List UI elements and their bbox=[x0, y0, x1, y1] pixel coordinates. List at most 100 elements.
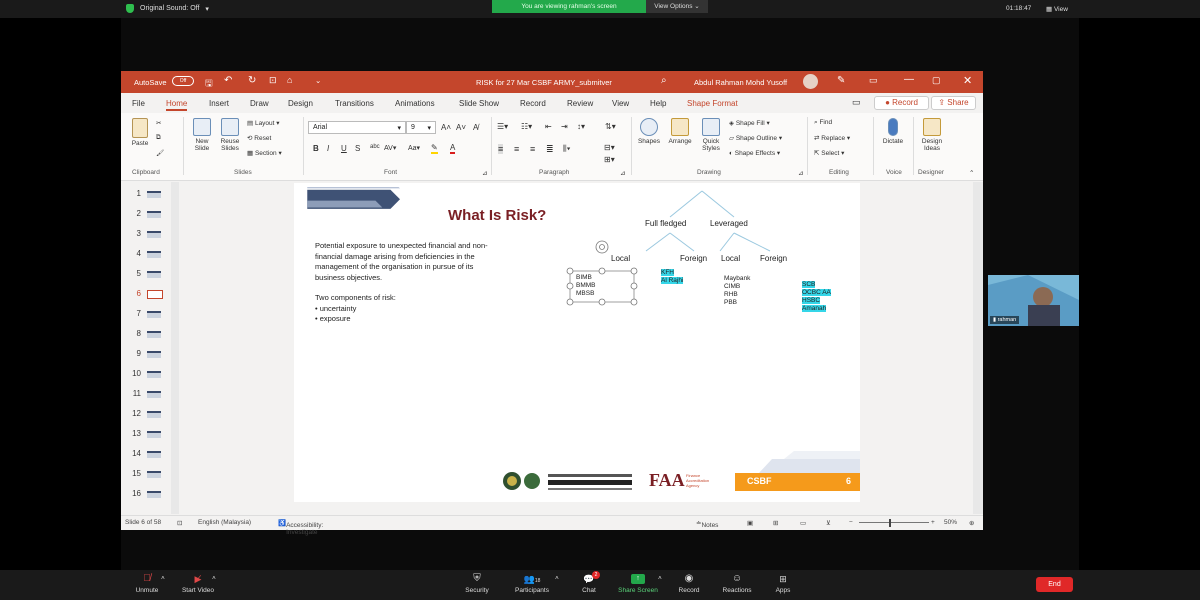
smartart-icon[interactable]: ⊞▾ bbox=[604, 155, 615, 164]
zoom-in-icon[interactable]: + bbox=[931, 519, 935, 526]
underline-icon[interactable]: U bbox=[341, 144, 347, 153]
tab-file[interactable]: File bbox=[132, 99, 145, 108]
share-screen-button[interactable]: ↑ Share Screen bbox=[614, 574, 662, 594]
chevron-up-icon[interactable]: ˄ bbox=[212, 575, 216, 582]
strikethrough-icon[interactable]: S bbox=[355, 144, 360, 153]
slide-thumbnail[interactable]: 15 bbox=[127, 468, 167, 482]
save-icon[interactable]: 🖫 bbox=[205, 76, 213, 92]
increase-indent-icon[interactable]: ⇥ bbox=[561, 122, 568, 131]
align-text-icon[interactable]: ⊟▾ bbox=[604, 143, 615, 152]
zoom-level[interactable]: 50% bbox=[944, 519, 957, 526]
highlight-color-icon[interactable]: ✎ bbox=[431, 143, 438, 154]
columns-icon[interactable]: ⫼▾ bbox=[563, 144, 571, 154]
slideshow-icon[interactable]: ⊻ bbox=[826, 519, 831, 527]
undo-icon[interactable]: ↶ bbox=[224, 75, 232, 86]
apps-button[interactable]: ⊞ Apps bbox=[771, 574, 795, 594]
minimize-icon[interactable]: — bbox=[904, 74, 914, 85]
replace-button[interactable]: ⇄ Replace ▾ bbox=[814, 134, 850, 142]
character-spacing-icon[interactable]: AV▾ bbox=[384, 144, 396, 152]
tab-review[interactable]: Review bbox=[567, 99, 593, 108]
close-icon[interactable]: ✕ bbox=[963, 74, 972, 87]
tab-draw[interactable]: Draw bbox=[250, 99, 269, 108]
zoom-out-icon[interactable]: − bbox=[849, 519, 853, 526]
dialog-launcher-icon[interactable]: ⊿ bbox=[482, 169, 487, 177]
section-button[interactable]: ▦ Section ▾ bbox=[247, 149, 282, 157]
tab-animations[interactable]: Animations bbox=[395, 99, 435, 108]
cut-icon[interactable]: ✂ bbox=[156, 119, 161, 127]
slide-thumbnail[interactable]: 5 bbox=[127, 268, 167, 282]
thumbnails-scrollbar[interactable] bbox=[171, 182, 179, 514]
chevron-up-icon[interactable]: ˄ bbox=[555, 575, 559, 582]
chevron-up-icon[interactable]: ˄ bbox=[658, 575, 662, 582]
slide-thumbnail[interactable]: 11 bbox=[127, 388, 167, 402]
pen-icon[interactable]: ✎ bbox=[837, 75, 845, 86]
user-name[interactable]: Abdul Rahman Mohd Yusoff bbox=[694, 78, 787, 87]
numbering-icon[interactable]: ☷▾ bbox=[521, 122, 532, 131]
slide-thumbnail[interactable]: 8 bbox=[127, 328, 167, 342]
bullets-icon[interactable]: ☰▾ bbox=[497, 122, 508, 131]
reuse-slides-button[interactable]: Reuse Slides bbox=[218, 118, 242, 152]
change-case-icon[interactable]: Aa▾ bbox=[408, 144, 420, 152]
slide-thumbnail[interactable]: 2 bbox=[127, 208, 167, 222]
normal-view-icon[interactable]: ▣ bbox=[747, 519, 753, 527]
participant-video[interactable]: ▮ rahman bbox=[988, 275, 1079, 326]
chat-button[interactable]: 💬 2 Chat bbox=[577, 571, 601, 594]
bold-icon[interactable]: B bbox=[313, 144, 319, 153]
align-center-icon[interactable]: ≡ bbox=[514, 144, 519, 154]
reactions-button[interactable]: ☺ Reactions bbox=[719, 574, 755, 595]
dictate-button[interactable]: Dictate bbox=[878, 118, 908, 145]
slide-canvas[interactable]: What Is Risk? Potential exposure to unex… bbox=[294, 183, 860, 502]
avatar[interactable] bbox=[803, 74, 818, 89]
layout-button[interactable]: ▤ Layout ▾ bbox=[247, 119, 280, 127]
zoom-slider[interactable] bbox=[859, 522, 929, 523]
view-button[interactable]: ▦ View bbox=[1046, 5, 1068, 13]
comments-icon[interactable]: ▭ bbox=[852, 97, 861, 108]
reset-button[interactable]: ⟲ Reset bbox=[247, 134, 271, 142]
participants-button[interactable]: 👥18 Participants bbox=[511, 574, 553, 594]
slide-thumbnail[interactable]: 13 bbox=[127, 428, 167, 442]
editor-scrollbar[interactable] bbox=[973, 182, 983, 514]
shapes-button[interactable]: Shapes bbox=[635, 118, 663, 145]
quick-styles-button[interactable]: Quick Styles bbox=[697, 118, 725, 152]
clear-formatting-icon[interactable]: A̸ bbox=[473, 123, 478, 132]
accessibility-status[interactable]: ♿ Accessibility: Investigate bbox=[278, 519, 323, 536]
slide-sorter-icon[interactable]: ⊞ bbox=[773, 519, 778, 527]
view-options-button[interactable]: View Options ⌄ bbox=[646, 0, 708, 13]
tab-help[interactable]: Help bbox=[650, 99, 666, 108]
language-status[interactable]: English (Malaysia) bbox=[198, 519, 251, 526]
align-left-icon[interactable]: ≡ bbox=[498, 144, 504, 154]
italic-icon[interactable]: I bbox=[327, 144, 329, 153]
slide-thumbnail[interactable]: 9 bbox=[127, 348, 167, 362]
font-size-select[interactable]: 9 ▾ bbox=[406, 121, 436, 134]
autosave-toggle[interactable]: Off bbox=[172, 76, 194, 87]
search-icon[interactable]: ⌕ bbox=[661, 75, 667, 86]
find-button[interactable]: ⌕ Find bbox=[814, 119, 832, 127]
present-icon[interactable]: ⊡ bbox=[269, 75, 277, 86]
slide-thumbnail[interactable]: 3 bbox=[127, 228, 167, 242]
record-meeting-button[interactable]: ◉ Record bbox=[676, 574, 702, 595]
fit-to-window-icon[interactable]: ⊕ bbox=[969, 519, 974, 527]
collapse-ribbon-icon[interactable]: ⌃ bbox=[969, 169, 974, 177]
grow-font-icon[interactable]: A˄ bbox=[441, 123, 451, 132]
justify-icon[interactable]: ≣ bbox=[546, 144, 554, 155]
align-right-icon[interactable]: ≡ bbox=[530, 144, 535, 154]
notes-button[interactable]: ≐ Notes bbox=[696, 519, 718, 529]
shape-fill-button[interactable]: ◈ Shape Fill ▾ bbox=[729, 119, 770, 127]
dialog-launcher-icon[interactable]: ⊿ bbox=[798, 169, 803, 177]
slide-thumbnail[interactable]: 14 bbox=[127, 448, 167, 462]
tab-record[interactable]: Record bbox=[520, 99, 546, 108]
text-direction-icon[interactable]: ⇅▾ bbox=[605, 122, 616, 131]
redo-icon[interactable]: ↻ bbox=[248, 75, 256, 86]
slide-thumbnail[interactable]: 4 bbox=[127, 248, 167, 262]
slide-thumbnail[interactable]: 7 bbox=[127, 308, 167, 322]
maximize-icon[interactable]: ▢ bbox=[932, 75, 941, 86]
qat-dropdown-icon[interactable]: ⌄ bbox=[315, 76, 321, 85]
slide-thumbnail-active[interactable]: 6 bbox=[127, 288, 167, 302]
zoom-slider-thumb[interactable] bbox=[889, 519, 891, 527]
ribbon-display-icon[interactable]: ▭ bbox=[869, 75, 878, 86]
shrink-font-icon[interactable]: A˅ bbox=[456, 123, 466, 132]
slide-thumbnail[interactable]: 10 bbox=[127, 368, 167, 382]
unmute-button[interactable]: 🎙̸ Unmute bbox=[133, 574, 161, 595]
select-button[interactable]: ⇱ Select ▾ bbox=[814, 149, 844, 157]
shape-outline-button[interactable]: ▱ Shape Outline ▾ bbox=[729, 134, 782, 142]
